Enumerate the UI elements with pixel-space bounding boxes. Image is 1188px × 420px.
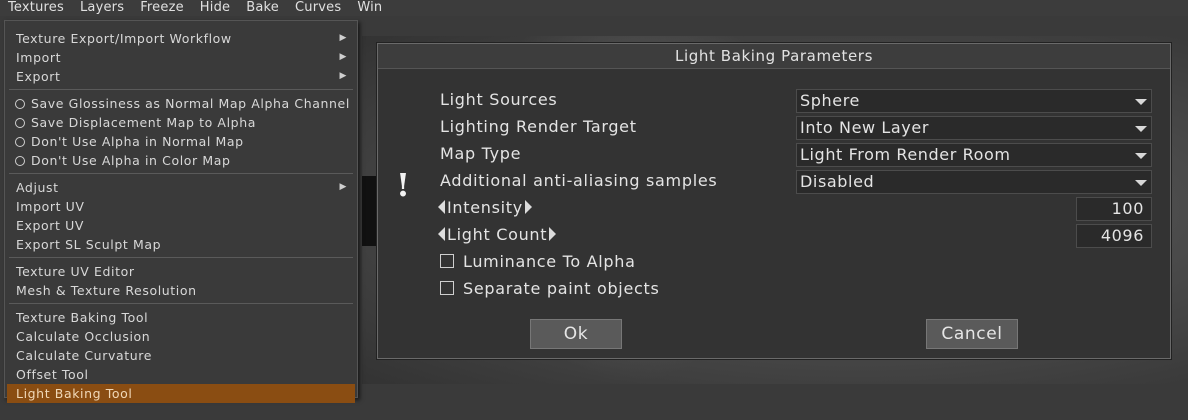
menubar: Textures Layers Freeze Hide Bake Curves … — [0, 0, 1188, 16]
render-target-label: Lighting Render Target — [440, 117, 637, 136]
cancel-button[interactable]: Cancel — [926, 319, 1018, 349]
menu-item-label: Texture Export/Import Workflow — [16, 31, 232, 46]
chevron-down-icon — [1135, 180, 1147, 186]
light-count-slider-label[interactable]: Light Count — [438, 225, 557, 244]
luminance-to-alpha-option[interactable]: Luminance To Alpha — [440, 252, 636, 271]
map-type-select[interactable]: Light From Render Room — [796, 143, 1152, 167]
intensity-input[interactable]: 100 — [1076, 197, 1152, 221]
menu-freeze[interactable]: Freeze — [132, 0, 192, 16]
submenu-arrow-icon: ▶ — [339, 71, 347, 81]
aa-samples-label: Additional anti-aliasing samples — [440, 171, 718, 190]
menu-item-label: Save Displacement Map to Alpha — [31, 115, 256, 130]
menu-item-label: Export — [16, 69, 61, 84]
separate-paint-checkbox[interactable] — [440, 281, 454, 295]
separate-paint-option[interactable]: Separate paint objects — [440, 279, 660, 298]
menu-item-import[interactable]: Import ▶ — [5, 48, 357, 67]
light-sources-value: Sphere — [800, 91, 860, 110]
menu-separator — [9, 89, 353, 90]
menu-textures[interactable]: Textures — [0, 0, 72, 16]
menu-item-label: Light Baking Tool — [16, 386, 133, 401]
menu-item-export-uv[interactable]: Export UV — [5, 216, 357, 235]
viewport-bottom-strip — [362, 384, 1188, 420]
warning-icon: ! — [396, 166, 411, 204]
menu-item-texture-export-import-workflow[interactable]: Texture Export/Import Workflow ▶ — [5, 29, 357, 48]
luminance-to-alpha-label: Luminance To Alpha — [463, 252, 636, 271]
light-count-label: Light Count — [447, 225, 548, 244]
menu-item-export-sl-sculpt-map[interactable]: Export SL Sculpt Map — [5, 235, 357, 254]
radio-icon — [15, 99, 25, 109]
submenu-arrow-icon: ▶ — [339, 182, 347, 192]
menu-item-label: Export SL Sculpt Map — [16, 237, 162, 252]
aa-samples-value: Disabled — [800, 172, 875, 191]
menu-separator — [9, 173, 353, 174]
radio-icon — [15, 137, 25, 147]
increase-arrow-icon[interactable] — [524, 200, 532, 214]
menu-item-calculate-occlusion[interactable]: Calculate Occlusion — [5, 327, 357, 346]
light-sources-select[interactable]: Sphere — [796, 89, 1152, 113]
menu-item-save-displacement[interactable]: Save Displacement Map to Alpha — [5, 113, 357, 132]
menu-item-label: Calculate Occlusion — [16, 329, 151, 344]
menu-item-label: Adjust — [16, 180, 59, 195]
menu-item-texture-baking-tool[interactable]: Texture Baking Tool — [5, 308, 357, 327]
increase-arrow-icon[interactable] — [549, 227, 557, 241]
menu-item-label: Calculate Curvature — [16, 348, 152, 363]
menu-hide[interactable]: Hide — [192, 0, 238, 16]
intensity-slider-label[interactable]: Intensity — [438, 198, 532, 217]
menu-layers[interactable]: Layers — [72, 0, 132, 16]
chevron-down-icon — [1135, 153, 1147, 159]
chevron-down-icon — [1135, 126, 1147, 132]
menu-item-label: Export UV — [16, 218, 84, 233]
ok-button[interactable]: Ok — [530, 319, 622, 349]
menu-item-label: Import UV — [16, 199, 85, 214]
menu-item-label: Import — [16, 50, 62, 65]
decrease-arrow-icon[interactable] — [438, 227, 445, 241]
menu-curves[interactable]: Curves — [287, 0, 349, 16]
aa-samples-select[interactable]: Disabled — [796, 170, 1152, 194]
menu-item-mesh-texture-resolution[interactable]: Mesh & Texture Resolution — [5, 281, 357, 300]
decrease-arrow-icon[interactable] — [438, 200, 445, 214]
radio-icon — [15, 118, 25, 128]
luminance-to-alpha-checkbox[interactable] — [440, 254, 454, 268]
menu-item-label: Texture UV Editor — [16, 264, 135, 279]
menu-item-label: Don't Use Alpha in Normal Map — [31, 134, 244, 149]
menu-item-calculate-curvature[interactable]: Calculate Curvature — [5, 346, 357, 365]
menu-separator — [9, 303, 353, 304]
menu-item-label: Texture Baking Tool — [16, 310, 149, 325]
render-target-value: Into New Layer — [800, 118, 930, 137]
menu-item-label: Offset Tool — [16, 367, 89, 382]
menu-item-adjust[interactable]: Adjust ▶ — [5, 178, 357, 197]
submenu-arrow-icon: ▶ — [339, 52, 347, 62]
menu-item-label: Mesh & Texture Resolution — [16, 283, 197, 298]
menu-separator — [9, 257, 353, 258]
map-type-value: Light From Render Room — [800, 145, 1011, 164]
menu-item-label: Save Glossiness as Normal Map Alpha Chan… — [31, 96, 350, 111]
textures-dropdown-menu: Texture Export/Import Workflow ▶ Import … — [4, 20, 358, 403]
light-count-input[interactable]: 4096 — [1076, 224, 1152, 248]
map-type-label: Map Type — [440, 144, 522, 163]
menu-item-export[interactable]: Export ▶ — [5, 67, 357, 86]
menu-item-offset-tool[interactable]: Offset Tool — [5, 365, 357, 384]
menu-bake[interactable]: Bake — [238, 0, 287, 16]
intensity-label: Intensity — [447, 198, 523, 217]
menu-item-light-baking-tool[interactable]: Light Baking Tool — [7, 384, 355, 403]
dialog-title[interactable]: Light Baking Parameters — [378, 44, 1170, 69]
chevron-down-icon — [1135, 99, 1147, 105]
menu-item-texture-uv-editor[interactable]: Texture UV Editor — [5, 262, 357, 281]
light-baking-dialog: Light Baking Parameters ! Light Sources … — [377, 43, 1171, 359]
menu-item-no-alpha-color-map[interactable]: Don't Use Alpha in Color Map — [5, 151, 357, 170]
menu-item-no-alpha-normal-map[interactable]: Don't Use Alpha in Normal Map — [5, 132, 357, 151]
menu-item-import-uv[interactable]: Import UV — [5, 197, 357, 216]
submenu-arrow-icon: ▶ — [339, 33, 347, 43]
menu-item-save-glossiness[interactable]: Save Glossiness as Normal Map Alpha Chan… — [5, 94, 357, 113]
menu-item-label: Don't Use Alpha in Color Map — [31, 153, 231, 168]
separate-paint-label: Separate paint objects — [463, 279, 660, 298]
radio-icon — [15, 156, 25, 166]
light-sources-label: Light Sources — [440, 90, 558, 109]
menu-windows[interactable]: Win — [349, 0, 390, 16]
render-target-select[interactable]: Into New Layer — [796, 116, 1152, 140]
